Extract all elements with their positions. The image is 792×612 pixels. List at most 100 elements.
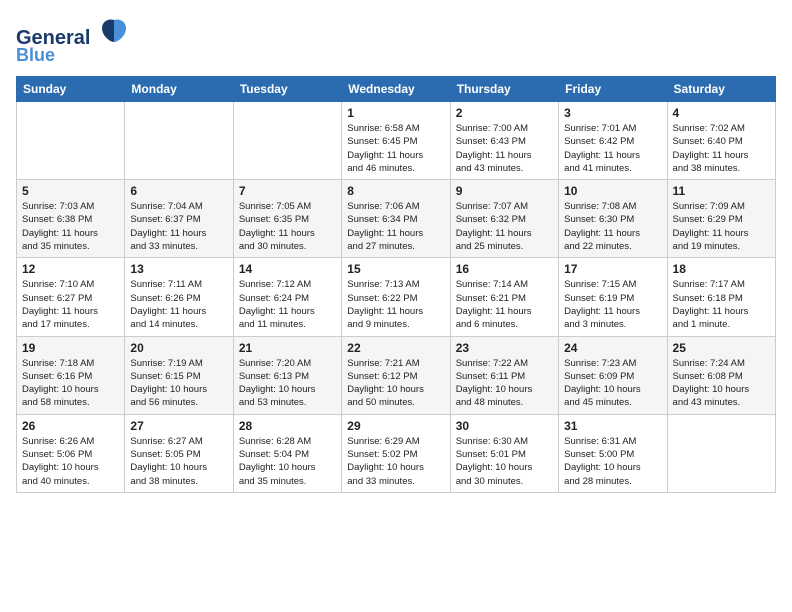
day-info: Sunrise: 7:15 AMSunset: 6:19 PMDaylight:… — [564, 278, 661, 331]
day-info: Sunrise: 6:58 AMSunset: 6:45 PMDaylight:… — [347, 122, 444, 175]
day-info: Sunrise: 6:27 AMSunset: 5:05 PMDaylight:… — [130, 435, 227, 488]
day-info: Sunrise: 7:18 AMSunset: 6:16 PMDaylight:… — [22, 357, 119, 410]
calendar-cell: 11 Sunrise: 7:09 AMSunset: 6:29 PMDayligh… — [667, 180, 775, 258]
day-number: 15 — [347, 262, 444, 276]
col-thursday: Thursday — [450, 77, 558, 102]
day-info: Sunrise: 7:19 AMSunset: 6:15 PMDaylight:… — [130, 357, 227, 410]
day-info: Sunrise: 7:12 AMSunset: 6:24 PMDaylight:… — [239, 278, 336, 331]
day-number: 1 — [347, 106, 444, 120]
day-info: Sunrise: 7:14 AMSunset: 6:21 PMDaylight:… — [456, 278, 553, 331]
calendar-cell: 7 Sunrise: 7:05 AMSunset: 6:35 PMDaylight… — [233, 180, 341, 258]
calendar: Sunday Monday Tuesday Wednesday Thursday… — [16, 76, 776, 493]
day-info: Sunrise: 7:04 AMSunset: 6:37 PMDaylight:… — [130, 200, 227, 253]
day-info: Sunrise: 7:17 AMSunset: 6:18 PMDaylight:… — [673, 278, 770, 331]
day-info: Sunrise: 7:05 AMSunset: 6:35 PMDaylight:… — [239, 200, 336, 253]
day-info: Sunrise: 7:20 AMSunset: 6:13 PMDaylight:… — [239, 357, 336, 410]
calendar-week-2: 12 Sunrise: 7:10 AMSunset: 6:27 PMDayligh… — [17, 258, 776, 336]
day-number: 17 — [564, 262, 661, 276]
day-number: 28 — [239, 419, 336, 433]
day-number: 14 — [239, 262, 336, 276]
day-info: Sunrise: 7:24 AMSunset: 6:08 PMDaylight:… — [673, 357, 770, 410]
day-info: Sunrise: 6:29 AMSunset: 5:02 PMDaylight:… — [347, 435, 444, 488]
calendar-cell: 26 Sunrise: 6:26 AMSunset: 5:06 PMDayligh… — [17, 414, 125, 492]
day-number: 22 — [347, 341, 444, 355]
day-info: Sunrise: 6:26 AMSunset: 5:06 PMDaylight:… — [22, 435, 119, 488]
calendar-cell: 4 Sunrise: 7:02 AMSunset: 6:40 PMDaylight… — [667, 102, 775, 180]
col-saturday: Saturday — [667, 77, 775, 102]
calendar-cell: 16Sunrise: 7:14 AMSunset: 6:21 PMDayligh… — [450, 258, 558, 336]
day-info: Sunrise: 7:23 AMSunset: 6:09 PMDaylight:… — [564, 357, 661, 410]
day-info: Sunrise: 7:06 AMSunset: 6:34 PMDaylight:… — [347, 200, 444, 253]
day-info: Sunrise: 7:02 AMSunset: 6:40 PMDaylight:… — [673, 122, 770, 175]
day-info: Sunrise: 7:03 AMSunset: 6:38 PMDaylight:… — [22, 200, 119, 253]
day-number: 2 — [456, 106, 553, 120]
day-number: 13 — [130, 262, 227, 276]
calendar-cell: 20 Sunrise: 7:19 AMSunset: 6:15 PMDayligh… — [125, 336, 233, 414]
day-number: 6 — [130, 184, 227, 198]
calendar-cell: 13 Sunrise: 7:11 AMSunset: 6:26 PMDayligh… — [125, 258, 233, 336]
calendar-cell: 30 Sunrise: 6:30 AMSunset: 5:01 PMDayligh… — [450, 414, 558, 492]
day-number: 7 — [239, 184, 336, 198]
day-number: 8 — [347, 184, 444, 198]
calendar-cell: 9Sunrise: 7:07 AMSunset: 6:32 PMDaylight… — [450, 180, 558, 258]
day-number: 26 — [22, 419, 119, 433]
day-info: Sunrise: 7:00 AMSunset: 6:43 PMDaylight:… — [456, 122, 553, 175]
calendar-cell: 3Sunrise: 7:01 AMSunset: 6:42 PMDaylight… — [559, 102, 667, 180]
calendar-cell — [667, 414, 775, 492]
day-number: 30 — [456, 419, 553, 433]
calendar-cell: 2 Sunrise: 7:00 AMSunset: 6:43 PMDaylight… — [450, 102, 558, 180]
day-number: 4 — [673, 106, 770, 120]
calendar-cell: 1 Sunrise: 6:58 AMSunset: 6:45 PMDaylight… — [342, 102, 450, 180]
calendar-cell: 31 Sunrise: 6:31 AMSunset: 5:00 PMDayligh… — [559, 414, 667, 492]
calendar-cell: 8 Sunrise: 7:06 AMSunset: 6:34 PMDaylight… — [342, 180, 450, 258]
calendar-cell: 6 Sunrise: 7:04 AMSunset: 6:37 PMDaylight… — [125, 180, 233, 258]
day-info: Sunrise: 7:08 AMSunset: 6:30 PMDaylight:… — [564, 200, 661, 253]
day-info: Sunrise: 7:09 AMSunset: 6:29 PMDaylight:… — [673, 200, 770, 253]
day-number: 5 — [22, 184, 119, 198]
calendar-cell: 28 Sunrise: 6:28 AMSunset: 5:04 PMDayligh… — [233, 414, 341, 492]
calendar-cell: 10 Sunrise: 7:08 AMSunset: 6:30 PMDayligh… — [559, 180, 667, 258]
calendar-cell: 25Sunrise: 7:24 AMSunset: 6:08 PMDayligh… — [667, 336, 775, 414]
logo-icon — [100, 16, 128, 44]
day-info: Sunrise: 7:10 AMSunset: 6:27 PMDaylight:… — [22, 278, 119, 331]
col-monday: Monday — [125, 77, 233, 102]
day-number: 10 — [564, 184, 661, 198]
header: General Blue — [16, 16, 776, 66]
day-info: Sunrise: 7:13 AMSunset: 6:22 PMDaylight:… — [347, 278, 444, 331]
calendar-cell: 12 Sunrise: 7:10 AMSunset: 6:27 PMDayligh… — [17, 258, 125, 336]
calendar-week-3: 19Sunrise: 7:18 AMSunset: 6:16 PMDayligh… — [17, 336, 776, 414]
day-number: 23 — [456, 341, 553, 355]
calendar-week-1: 5 Sunrise: 7:03 AMSunset: 6:38 PMDaylight… — [17, 180, 776, 258]
day-number: 9 — [456, 184, 553, 198]
day-info: Sunrise: 6:31 AMSunset: 5:00 PMDaylight:… — [564, 435, 661, 488]
calendar-cell: 23 Sunrise: 7:22 AMSunset: 6:11 PMDayligh… — [450, 336, 558, 414]
logo: General Blue — [16, 16, 128, 66]
day-info: Sunrise: 6:30 AMSunset: 5:01 PMDaylight:… — [456, 435, 553, 488]
day-number: 18 — [673, 262, 770, 276]
col-tuesday: Tuesday — [233, 77, 341, 102]
day-info: Sunrise: 7:22 AMSunset: 6:11 PMDaylight:… — [456, 357, 553, 410]
calendar-week-4: 26 Sunrise: 6:26 AMSunset: 5:06 PMDayligh… — [17, 414, 776, 492]
day-number: 20 — [130, 341, 227, 355]
day-number: 11 — [673, 184, 770, 198]
calendar-cell — [233, 102, 341, 180]
day-info: Sunrise: 7:21 AMSunset: 6:12 PMDaylight:… — [347, 357, 444, 410]
day-info: Sunrise: 7:11 AMSunset: 6:26 PMDaylight:… — [130, 278, 227, 331]
calendar-cell: 24Sunrise: 7:23 AMSunset: 6:09 PMDayligh… — [559, 336, 667, 414]
col-wednesday: Wednesday — [342, 77, 450, 102]
calendar-cell: 17 Sunrise: 7:15 AMSunset: 6:19 PMDayligh… — [559, 258, 667, 336]
calendar-cell: 22 Sunrise: 7:21 AMSunset: 6:12 PMDayligh… — [342, 336, 450, 414]
day-number: 12 — [22, 262, 119, 276]
calendar-cell — [125, 102, 233, 180]
day-number: 3 — [564, 106, 661, 120]
day-number: 29 — [347, 419, 444, 433]
day-info: Sunrise: 6:28 AMSunset: 5:04 PMDaylight:… — [239, 435, 336, 488]
day-number: 31 — [564, 419, 661, 433]
calendar-header-row: Sunday Monday Tuesday Wednesday Thursday… — [17, 77, 776, 102]
calendar-cell: 15 Sunrise: 7:13 AMSunset: 6:22 PMDayligh… — [342, 258, 450, 336]
col-friday: Friday — [559, 77, 667, 102]
calendar-cell: 19Sunrise: 7:18 AMSunset: 6:16 PMDayligh… — [17, 336, 125, 414]
day-number: 27 — [130, 419, 227, 433]
page: General Blue Sunday Monday Tuesday — [0, 0, 792, 612]
calendar-cell: 5 Sunrise: 7:03 AMSunset: 6:38 PMDaylight… — [17, 180, 125, 258]
